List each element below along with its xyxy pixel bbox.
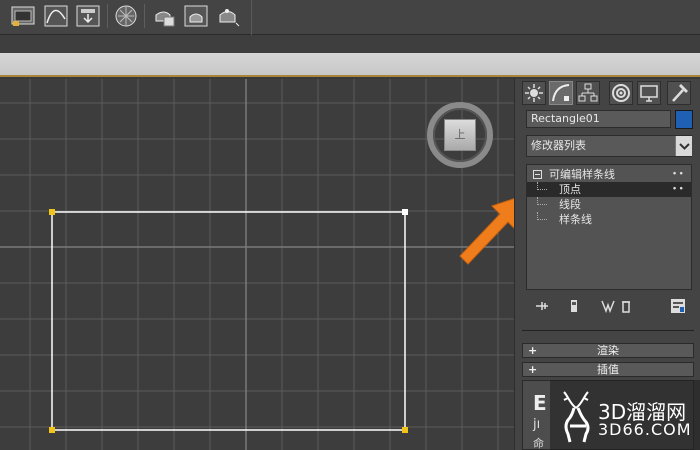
top-viewport[interactable]: 上 [0,79,514,450]
chevron-down-icon[interactable] [675,136,692,156]
object-name-field[interactable]: Rectangle01 [526,110,671,128]
hierarchy-tab[interactable] [576,81,600,105]
display-tab[interactable] [637,81,661,105]
sun-icon [525,84,543,102]
rollout-render[interactable]: + 渲染 [522,343,694,358]
schematic-view-icon[interactable] [74,3,102,29]
toolbar-group [0,0,252,35]
create-tab[interactable] [522,81,546,105]
stack-item-label: 样条线 [559,213,592,226]
pin-stack-icon[interactable] [533,297,551,315]
curve-editor-icon[interactable] [42,3,70,29]
remove-modifier-icon[interactable] [617,297,635,315]
deer-logo-icon [563,391,590,443]
hammer-icon [672,84,688,102]
vertex-handle [49,427,55,433]
partial-text: E [533,391,547,415]
motion-tab[interactable] [609,81,633,105]
motion-icon [612,84,630,102]
dots-icon: ∙∙ [671,184,685,194]
stack-root[interactable]: 可编辑样条线 ∙∙ [527,167,691,182]
render-icon[interactable] [214,3,242,29]
watermark: 3D溜溜网 3D66.COM [550,380,700,450]
dots-icon: ∙∙ [671,169,685,179]
stack-root-label: 可编辑样条线 [549,168,615,181]
material-editor-icon[interactable] [112,3,140,29]
partial-text: jı [533,417,541,432]
modify-icon [552,84,570,102]
collapse-icon[interactable] [533,170,542,179]
main-toolbar [0,0,700,35]
render-setup-icon[interactable] [150,3,178,29]
rollout-interpolation[interactable]: + 插值 [522,362,694,377]
stack-item-segment[interactable]: 线段 [527,197,691,212]
vertex-handle [402,427,408,433]
hierarchy-icon [578,83,598,102]
object-color-swatch[interactable] [675,110,693,129]
viewcube[interactable]: 上 [426,101,494,169]
vertex-handle [402,209,408,215]
configure-sets-icon[interactable] [669,297,687,315]
stack-item-label: 顶点 [559,183,581,196]
monitor-icon [640,85,658,102]
utilities-tab[interactable] [667,81,691,105]
rollout-label: 插值 [597,363,619,376]
expand-icon: + [528,344,538,357]
modifier-list-dropdown[interactable]: 修改器列表 [526,135,692,157]
stack-item-vertex[interactable]: 顶点 ∙∙ [527,182,691,197]
vertex-handle [49,209,55,215]
layer-manager-icon[interactable] [9,3,37,29]
watermark-url: 3D66.COM [598,420,692,439]
modifier-stack: 可编辑样条线 ∙∙ 顶点 ∙∙ 线段 样条线 [526,164,692,290]
rendered-frame-icon[interactable] [182,3,210,29]
toolbar-strip [0,35,700,53]
ribbon-bar [0,53,700,77]
rectangle-spline [51,211,406,431]
stack-item-spline[interactable]: 样条线 [527,212,691,227]
expand-icon: + [528,363,538,376]
modify-tab[interactable] [549,81,573,105]
stack-toolbar [533,297,693,315]
rollout-label: 渲染 [597,344,619,357]
stack-item-label: 线段 [559,198,581,211]
show-end-result-icon[interactable] [565,297,583,315]
make-unique-icon[interactable] [599,297,617,315]
viewcube-top-face[interactable]: 上 [444,119,476,151]
partial-text: 命 [533,437,544,450]
